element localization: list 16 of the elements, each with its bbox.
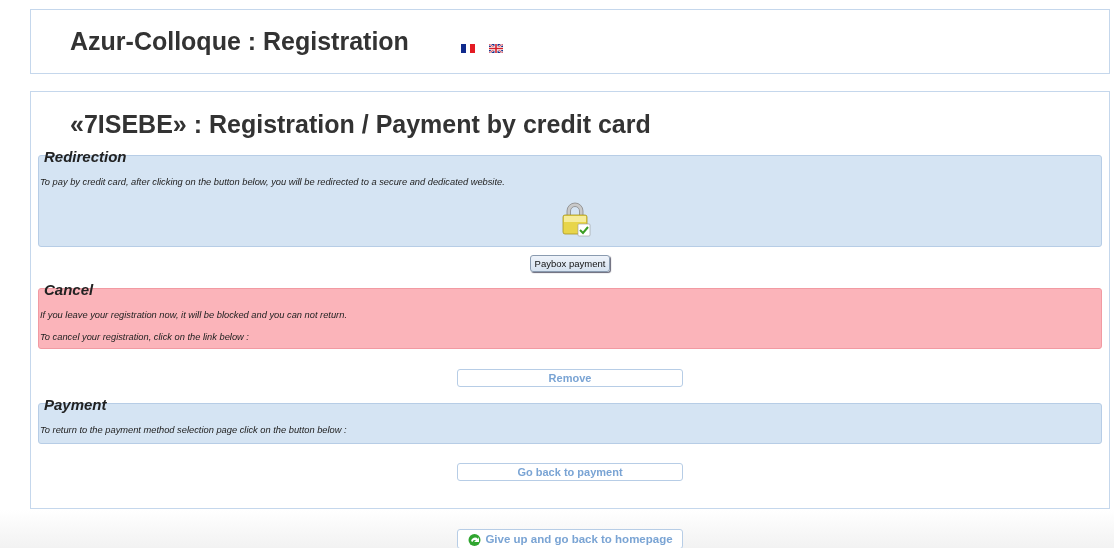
action-button[interactable]: Go back to payment	[457, 463, 683, 481]
section-text: If you leave your registration now, it will be blocked and you can not return.	[40, 310, 348, 320]
padlock-icon	[559, 201, 592, 237]
section-text: To return to the payment method selection page click on the button below :	[40, 425, 348, 435]
site-title: Azur-Colloque : Registration	[70, 27, 409, 56]
section-text: To pay by credit card, after clicking on the button below, you will be redirected to a secure and dedicated website.	[40, 177, 506, 187]
homepage-button[interactable]: Give up and go back to homepage	[457, 529, 683, 548]
french-flag-icon[interactable]	[460, 44, 475, 53]
action-button[interactable]: Paybox payment	[529, 255, 611, 272]
section-text: To cancel your registration, click on the link below :	[40, 332, 250, 342]
action-button[interactable]: Remove	[457, 369, 683, 387]
british-flag-icon[interactable]	[488, 44, 503, 53]
section-title: Payment	[44, 396, 108, 413]
section-title: Redirection	[44, 148, 128, 165]
page-title: «7ISEBE» : Registration / Payment by credit card	[70, 110, 652, 139]
section-title: Cancel	[44, 281, 95, 298]
